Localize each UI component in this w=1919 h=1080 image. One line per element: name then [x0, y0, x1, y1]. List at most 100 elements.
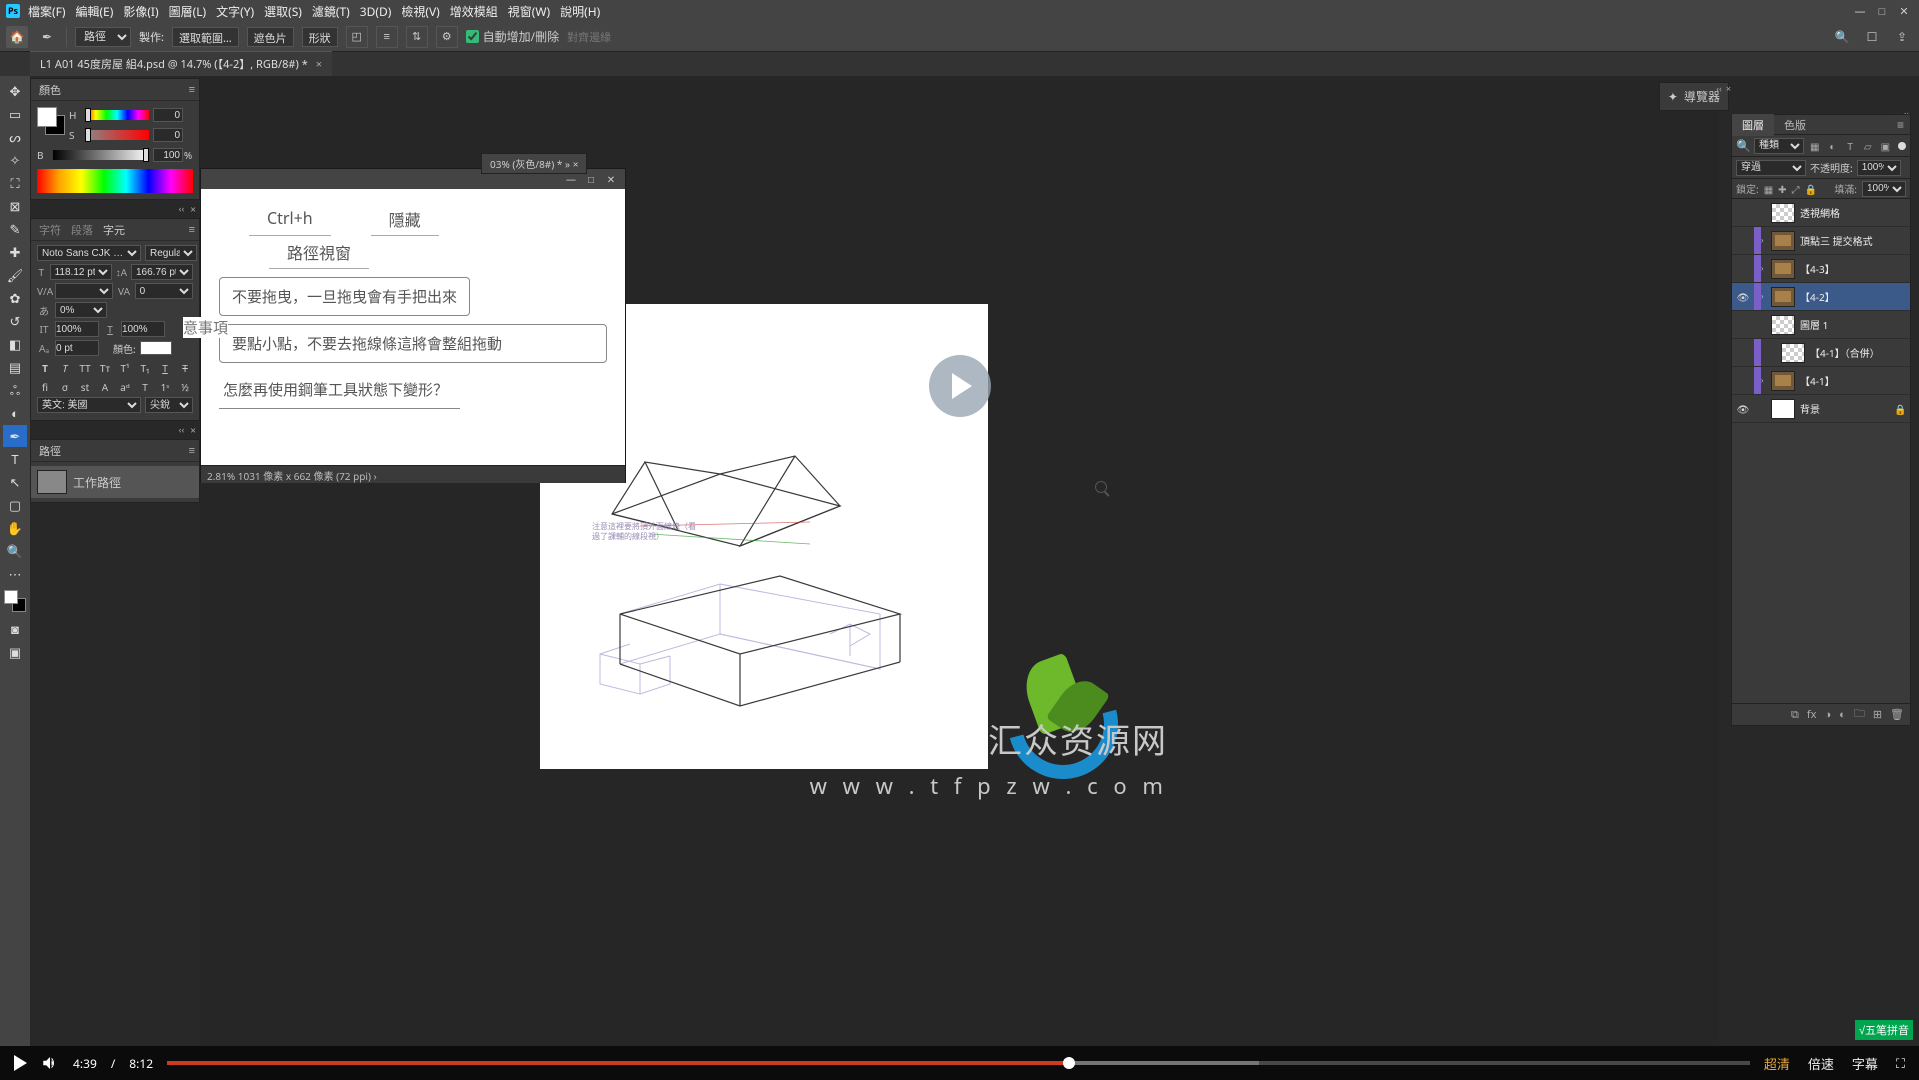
- filter-toggle[interactable]: [1898, 142, 1906, 150]
- panel-collapse-icon[interactable]: ‹‹: [179, 423, 185, 437]
- menu-select[interactable]: 選取(S): [264, 3, 302, 20]
- speed-button[interactable]: 倍速: [1808, 1054, 1834, 1073]
- opacity-input[interactable]: 100%: [1857, 160, 1901, 176]
- tsume-input[interactable]: 0%: [55, 302, 107, 318]
- lock-position-icon[interactable]: ✚: [1778, 182, 1786, 196]
- filter-pixel-icon[interactable]: ▦: [1808, 139, 1822, 153]
- eraser-tool-icon[interactable]: ◧: [3, 333, 27, 355]
- tool-mode-select[interactable]: 路徑: [75, 27, 131, 47]
- window-restore-icon[interactable]: □: [1871, 0, 1893, 22]
- gear-icon[interactable]: ⚙: [436, 26, 458, 48]
- hue-input[interactable]: [153, 108, 183, 122]
- oldstyleligs-button[interactable]: σ: [57, 378, 73, 394]
- search-icon[interactable]: 🔍: [1833, 28, 1851, 46]
- hue-slider[interactable]: [85, 110, 149, 120]
- window-close-icon[interactable]: ✕: [601, 172, 621, 186]
- workspace-icon[interactable]: ☐: [1863, 28, 1881, 46]
- menu-type[interactable]: 文字(Y): [216, 3, 254, 20]
- floating-doc-tab[interactable]: 03% (灰色/8#) * » ×: [481, 153, 587, 174]
- color-swatch[interactable]: [4, 590, 26, 612]
- layer-row[interactable]: 👁 背景 🔒: [1732, 395, 1910, 423]
- video-play-overlay-button[interactable]: [929, 355, 991, 417]
- quick-mask-icon[interactable]: ◙: [3, 618, 27, 640]
- panel-menu-icon[interactable]: ≡: [189, 82, 195, 97]
- history-brush-tool-icon[interactable]: ↺: [3, 310, 27, 332]
- tab-dropdown-icon[interactable]: »: [565, 157, 570, 171]
- menu-view[interactable]: 檢視(V): [401, 3, 439, 20]
- tab-layers[interactable]: 圖層: [1732, 114, 1774, 136]
- tracking-input[interactable]: 0: [135, 283, 193, 299]
- menu-filter[interactable]: 濾鏡(T): [312, 3, 350, 20]
- underline-button[interactable]: T: [157, 359, 173, 375]
- leading-input[interactable]: 166.76 pt: [131, 264, 193, 280]
- layer-row[interactable]: › 頂點三 提交格式: [1732, 227, 1910, 255]
- progress-track[interactable]: [167, 1061, 1750, 1065]
- font-size-input[interactable]: 118.12 pt: [50, 264, 112, 280]
- panel-collapse-icon[interactable]: ‹‹: [1716, 82, 1722, 95]
- magic-wand-tool-icon[interactable]: ✧: [3, 149, 27, 171]
- frame-tool-icon[interactable]: ⊠: [3, 195, 27, 217]
- play-button[interactable]: [14, 1055, 27, 1071]
- tab-paragraph[interactable]: 段落: [71, 222, 93, 238]
- tab-close-icon[interactable]: ×: [573, 157, 579, 171]
- vscale-input[interactable]: [55, 321, 99, 337]
- panel-close-icon[interactable]: ×: [1726, 82, 1731, 95]
- filter-shape-icon[interactable]: ▱: [1861, 139, 1875, 153]
- baseline-input[interactable]: [55, 340, 99, 356]
- home-button[interactable]: 🏠: [6, 26, 28, 48]
- menu-3d[interactable]: 3D(D): [360, 3, 392, 20]
- layer-mask-icon[interactable]: ◑: [1825, 707, 1832, 722]
- filter-adjust-icon[interactable]: ◐: [1826, 139, 1840, 153]
- dodge-tool-icon[interactable]: ◐: [3, 402, 27, 424]
- hand-tool-icon[interactable]: ✋: [3, 517, 27, 539]
- layer-row[interactable]: 【4-1】（合併）: [1732, 339, 1910, 367]
- tab-channels[interactable]: 色版: [1774, 114, 1816, 136]
- brightness-slider[interactable]: [53, 150, 149, 160]
- language-select[interactable]: 英文: 美國: [37, 397, 141, 413]
- type-tool-icon[interactable]: T: [3, 448, 27, 470]
- fill-input[interactable]: 100%: [1862, 181, 1906, 197]
- menu-window[interactable]: 視窗(W): [508, 3, 550, 20]
- pen-tool-icon[interactable]: ✒: [3, 425, 27, 447]
- adjustment-layer-icon[interactable]: ◐: [1839, 707, 1846, 722]
- zoom-tool-icon[interactable]: 🔍: [3, 540, 27, 562]
- ordinal-button[interactable]: 1ˢ: [157, 378, 173, 394]
- layer-row[interactable]: 透視網格: [1732, 199, 1910, 227]
- fullscreen-icon[interactable]: ⛶: [1896, 1054, 1905, 1072]
- stamp-tool-icon[interactable]: ✿: [3, 287, 27, 309]
- blur-tool-icon[interactable]: ஃ: [3, 379, 27, 401]
- filter-smart-icon[interactable]: ▣: [1879, 139, 1893, 153]
- layer-row[interactable]: › 【4-1】: [1732, 367, 1910, 395]
- shape-tool-icon[interactable]: ▢: [3, 494, 27, 516]
- panel-menu-icon[interactable]: ≡: [189, 443, 195, 458]
- subtitle-button[interactable]: 字幕: [1852, 1054, 1878, 1073]
- brightness-input[interactable]: [153, 148, 183, 162]
- path-alignment-icon[interactable]: ≡: [376, 26, 398, 48]
- filter-type-icon[interactable]: T: [1843, 139, 1857, 153]
- quality-button[interactable]: 超清: [1764, 1054, 1790, 1073]
- layer-style-icon[interactable]: fx: [1807, 707, 1817, 722]
- allcaps-button[interactable]: TT: [77, 359, 93, 375]
- font-family-select[interactable]: Noto Sans CJK …: [37, 245, 141, 261]
- italic-button[interactable]: T: [57, 359, 73, 375]
- new-group-icon[interactable]: 🗀: [1854, 705, 1865, 724]
- window-maximize-icon[interactable]: □: [581, 172, 601, 186]
- brush-tool-icon[interactable]: 🖌: [3, 264, 27, 286]
- saturation-slider[interactable]: [85, 130, 149, 140]
- search-icon[interactable]: 🔍: [1736, 137, 1751, 154]
- fractions-button[interactable]: T: [137, 378, 153, 394]
- filter-kind-select[interactable]: 種類: [1754, 138, 1804, 154]
- new-layer-icon[interactable]: ⊞: [1873, 707, 1882, 722]
- layer-row[interactable]: 👁 › 【4-2】: [1732, 283, 1910, 311]
- visibility-toggle-icon[interactable]: 👁: [1732, 402, 1754, 416]
- panel-menu-icon[interactable]: ≡: [1897, 116, 1910, 133]
- antialias-select[interactable]: 尖銳: [145, 397, 193, 413]
- path-operations-icon[interactable]: ◰: [346, 26, 368, 48]
- ligature-button[interactable]: fi: [37, 378, 53, 394]
- subscript-button[interactable]: T₁: [137, 359, 153, 375]
- healing-tool-icon[interactable]: ✚: [3, 241, 27, 263]
- spectrum-picker[interactable]: [37, 169, 193, 193]
- more-tools-icon[interactable]: ⋯: [3, 563, 27, 585]
- layer-row[interactable]: › 【4-3】: [1732, 255, 1910, 283]
- kerning-select[interactable]: [55, 283, 113, 299]
